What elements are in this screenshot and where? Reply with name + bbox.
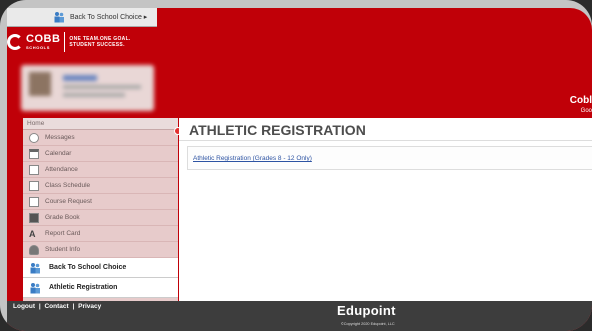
sidebar-item-class-schedule[interactable]: Class Schedule [23,178,178,194]
sidebar-item-course-request[interactable]: Course Request [23,194,178,210]
avatar [29,72,51,96]
sidebar-item-messages[interactable]: Messages [23,130,178,146]
logo-tagline: ONE TEAM.ONE GOAL. STUDENT SUCCESS. [69,36,130,49]
sidebar-item-label: Calendar [45,150,72,157]
cobb-c-icon [7,34,23,50]
logo-name: COBB [26,33,61,45]
title-divider [179,140,592,141]
footer-links: Logout | Contact | Privacy [13,303,103,310]
user-detail-blurred [63,93,125,97]
sidebar-item-label: Grade Book [45,214,80,221]
sidebar-item-back-to-school-choice[interactable]: Back To School Choice [23,258,178,278]
sidebar-item-label: Attendance [45,166,78,173]
messages-icon [29,132,39,143]
athletic-registration-link[interactable]: Athletic Registration (Grades 8 - 12 Onl… [193,155,312,162]
sidebar-item-label: Back To School Choice [49,264,127,271]
sidebar-item-home[interactable]: Home [23,118,178,130]
class-schedule-icon [29,180,39,191]
district-subtitle: Goo [580,108,592,114]
privacy-link[interactable]: Privacy [78,303,101,310]
window-frame: Back To School Choice ▸ COBB SCHOOLS ONE… [0,0,592,331]
sidebar-item-athletic-registration[interactable]: Athletic Registration [23,278,178,298]
calendar-icon [29,148,39,159]
sidebar-item-report-card[interactable]: A Report Card [23,226,178,242]
logo-wordmark: COBB SCHOOLS [26,34,60,50]
sidebar-item-label: Report Card [45,230,81,237]
people-icon [30,262,40,273]
footer-separator: | [38,303,41,310]
logo-sub: SCHOOLS [26,45,50,50]
course-request-icon [29,196,39,207]
user-name-blurred [63,75,97,81]
user-detail-blurred [63,85,141,89]
sidebar-item-label: Student Info [45,246,81,253]
report-card-icon: A [29,228,36,239]
copyright-text: ©Copyright 2020 Edupoint, LLC [341,322,395,326]
registration-panel: Athletic Registration (Grades 8 - 12 Onl… [187,146,592,170]
attendance-icon [29,164,39,175]
sidebar-item-student-info[interactable]: Student Info [23,242,178,258]
logo-divider [64,32,66,52]
sidebar-item-label: Athletic Registration [49,284,118,291]
edupoint-logo: Edupoint [337,303,396,318]
user-profile-card[interactable] [21,65,154,111]
sidebar-item-label: Class Schedule [45,182,91,189]
people-icon [54,12,64,23]
sidebar-item-label: Messages [45,134,75,141]
sidebar-item-label: Home [27,120,45,127]
student-info-icon [29,244,39,255]
cobb-schools-logo[interactable]: COBB SCHOOLS ONE TEAM.ONE GOAL. STUDENT … [7,32,131,52]
people-icon [30,282,40,293]
main-content: ATHLETIC REGISTRATION Athletic Registrat… [179,118,592,301]
logo-tagline-2: STUDENT SUCCESS. [69,42,125,48]
footer: Logout | Contact | Privacy Edupoint ©Cop… [7,301,592,331]
sidebar-item-calendar[interactable]: Calendar [23,146,178,162]
back-to-school-choice-bar[interactable]: Back To School Choice ▸ [7,8,157,27]
sidebar-nav: Home Messages Calendar Attendance Class … [23,118,178,301]
contact-link[interactable]: Contact [44,303,68,310]
footer-separator: | [72,303,75,310]
logout-link[interactable]: Logout [13,303,35,310]
sidebar-item-grade-book[interactable]: Grade Book [23,210,178,226]
sidebar-item-attendance[interactable]: Attendance [23,162,178,178]
grade-book-icon [29,212,39,223]
sidebar-item-label: Course Request [45,198,92,205]
back-to-school-choice-label: Back To School Choice ▸ [70,14,148,21]
app-screen: Back To School Choice ▸ COBB SCHOOLS ONE… [7,8,592,331]
district-name: Cobl [569,95,592,106]
page-title: ATHLETIC REGISTRATION [189,122,366,138]
